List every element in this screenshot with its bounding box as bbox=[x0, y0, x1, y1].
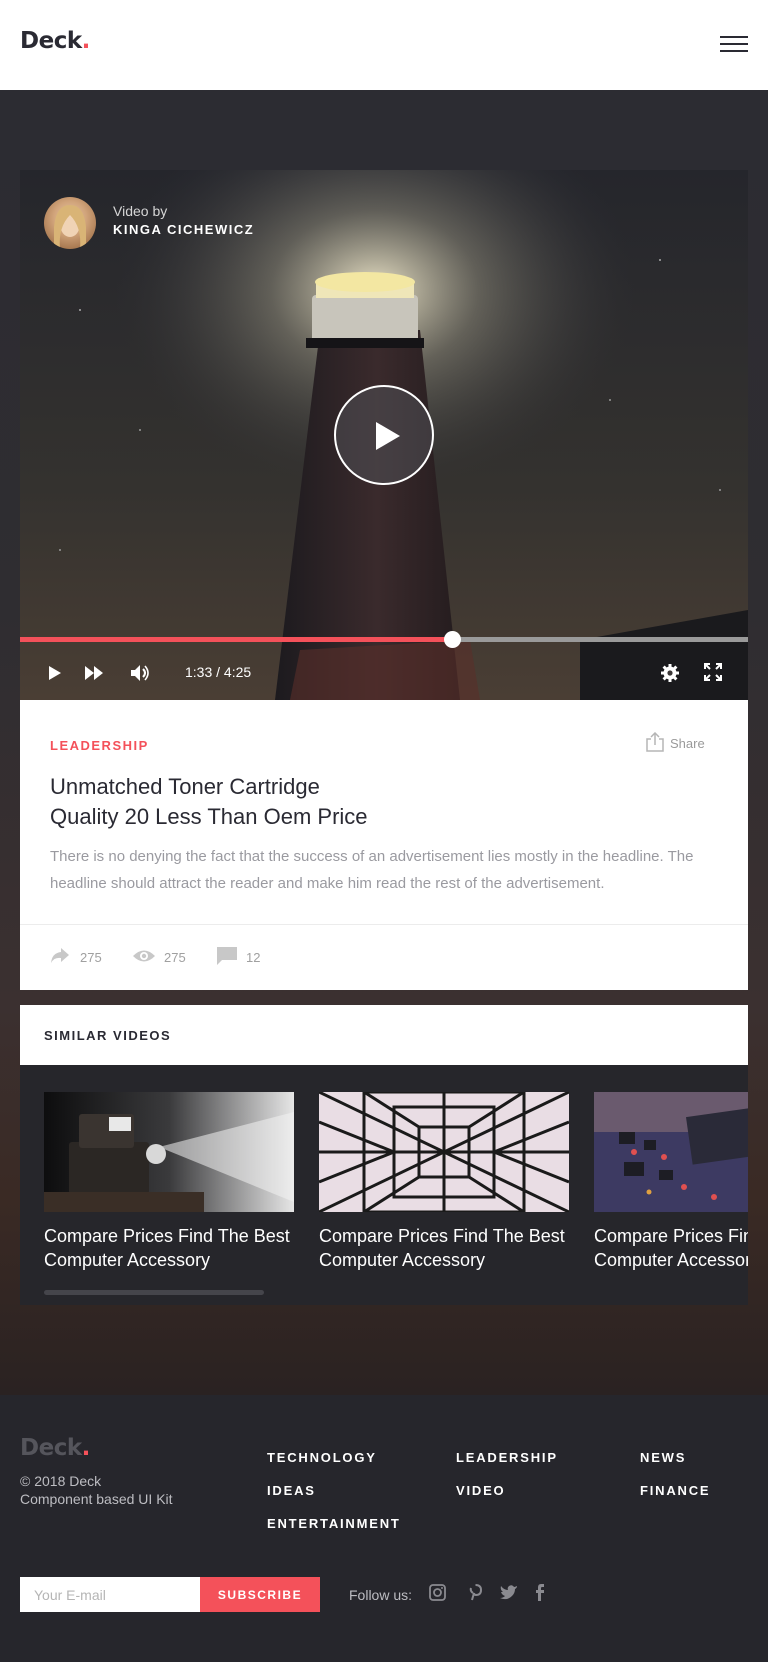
similar-videos-carousel[interactable]: Compare Prices Find The Best Computer Ac… bbox=[20, 1065, 748, 1305]
video-card-title: Compare Prices Find The Best Computer Ac… bbox=[319, 1226, 565, 1270]
similar-videos-header: SIMILAR VIDEOS bbox=[20, 1005, 748, 1065]
video-thumbnail bbox=[44, 1092, 294, 1212]
facebook-icon[interactable] bbox=[535, 1584, 545, 1601]
footer-link-finance[interactable]: FINANCE bbox=[640, 1483, 710, 1498]
comment-icon bbox=[217, 947, 237, 965]
eye-icon bbox=[133, 950, 155, 962]
play-button[interactable] bbox=[334, 385, 434, 485]
section-title: SIMILAR VIDEOS bbox=[44, 1028, 172, 1043]
pinterest-icon[interactable] bbox=[469, 1584, 482, 1601]
author-label: Video by bbox=[113, 203, 168, 219]
share-arrow-icon bbox=[51, 948, 69, 963]
email-input[interactable] bbox=[20, 1577, 200, 1612]
video-card[interactable]: Compare Prices Find The Best Computer Ac… bbox=[44, 1092, 294, 1272]
divider bbox=[20, 924, 748, 925]
footer: Deck. © 2018 Deck Component based UI Kit… bbox=[0, 1395, 768, 1662]
share-button[interactable]: Share bbox=[646, 732, 705, 752]
follow-label: Follow us: bbox=[349, 1587, 413, 1603]
share-icon bbox=[646, 732, 664, 752]
avatar[interactable] bbox=[44, 197, 96, 249]
footer-link-news[interactable]: NEWS bbox=[640, 1450, 686, 1465]
footer-copyright: © 2018 Deck Component based UI Kit bbox=[20, 1472, 173, 1508]
footer-link-leadership[interactable]: LEADERSHIP bbox=[456, 1450, 558, 1465]
progress-bar[interactable] bbox=[20, 631, 748, 648]
video-player[interactable]: Video by KINGA CICHEWICZ 1:33 / 4:25 bbox=[20, 170, 748, 700]
video-thumbnail bbox=[319, 1092, 569, 1212]
article-card: LEADERSHIP Share Unmatched Toner Cartrid… bbox=[20, 700, 748, 990]
video-card-title: Compare Prices Find The Best Computer Ac… bbox=[594, 1226, 748, 1270]
footer-link-ideas[interactable]: IDEAS bbox=[267, 1483, 316, 1498]
footer-link-entertainment[interactable]: ENTERTAINMENT bbox=[267, 1516, 401, 1531]
volume-icon[interactable] bbox=[130, 664, 152, 682]
progress-fill bbox=[20, 637, 452, 642]
settings-icon[interactable] bbox=[660, 663, 680, 683]
tagline-text: Component based UI Kit bbox=[20, 1491, 173, 1507]
pylon-image bbox=[319, 1092, 569, 1212]
video-timecode: 1:33 / 4:25 bbox=[185, 664, 252, 680]
twitter-icon[interactable] bbox=[500, 1584, 518, 1600]
author-name[interactable]: KINGA CICHEWICZ bbox=[113, 222, 254, 237]
video-card[interactable]: Compare Prices Find The Best Computer Ac… bbox=[594, 1092, 748, 1272]
play-icon[interactable] bbox=[48, 665, 62, 681]
projector-image bbox=[44, 1092, 294, 1212]
category-tag[interactable]: LEADERSHIP bbox=[50, 738, 149, 753]
instagram-icon[interactable] bbox=[429, 1584, 446, 1601]
top-header: Deck. bbox=[0, 0, 768, 90]
hamburger-icon[interactable] bbox=[720, 36, 748, 54]
footer-link-technology[interactable]: TECHNOLOGY bbox=[267, 1450, 377, 1465]
video-card[interactable]: Compare Prices Find The Best Computer Ac… bbox=[319, 1092, 569, 1272]
video-card-title: Compare Prices Find The Best Computer Ac… bbox=[44, 1226, 290, 1270]
fast-forward-icon[interactable] bbox=[84, 665, 104, 681]
article-title[interactable]: Unmatched Toner Cartridge Quality 20 Les… bbox=[50, 772, 650, 832]
article-description: There is no denying the fact that the su… bbox=[50, 848, 694, 892]
share-label: Share bbox=[670, 736, 705, 751]
article-title-line: Quality 20 Less Than Oem Price bbox=[50, 804, 368, 829]
video-thumbnail bbox=[594, 1092, 748, 1212]
fullscreen-icon[interactable] bbox=[704, 663, 722, 681]
copyright-text: © 2018 Deck bbox=[20, 1473, 102, 1489]
circuit-board-image bbox=[594, 1092, 748, 1212]
footer-link-video[interactable]: VIDEO bbox=[456, 1483, 505, 1498]
author-portrait-image bbox=[54, 205, 86, 249]
footer-logo[interactable]: Deck. bbox=[20, 1435, 90, 1461]
progress-handle[interactable] bbox=[443, 631, 461, 648]
play-icon bbox=[376, 422, 400, 450]
logo[interactable]: Deck. bbox=[20, 28, 90, 54]
article-title-line: Unmatched Toner Cartridge bbox=[50, 774, 320, 799]
subscribe-button[interactable]: SUBSCRIBE bbox=[200, 1577, 320, 1612]
carousel-scrollbar[interactable] bbox=[44, 1290, 264, 1295]
